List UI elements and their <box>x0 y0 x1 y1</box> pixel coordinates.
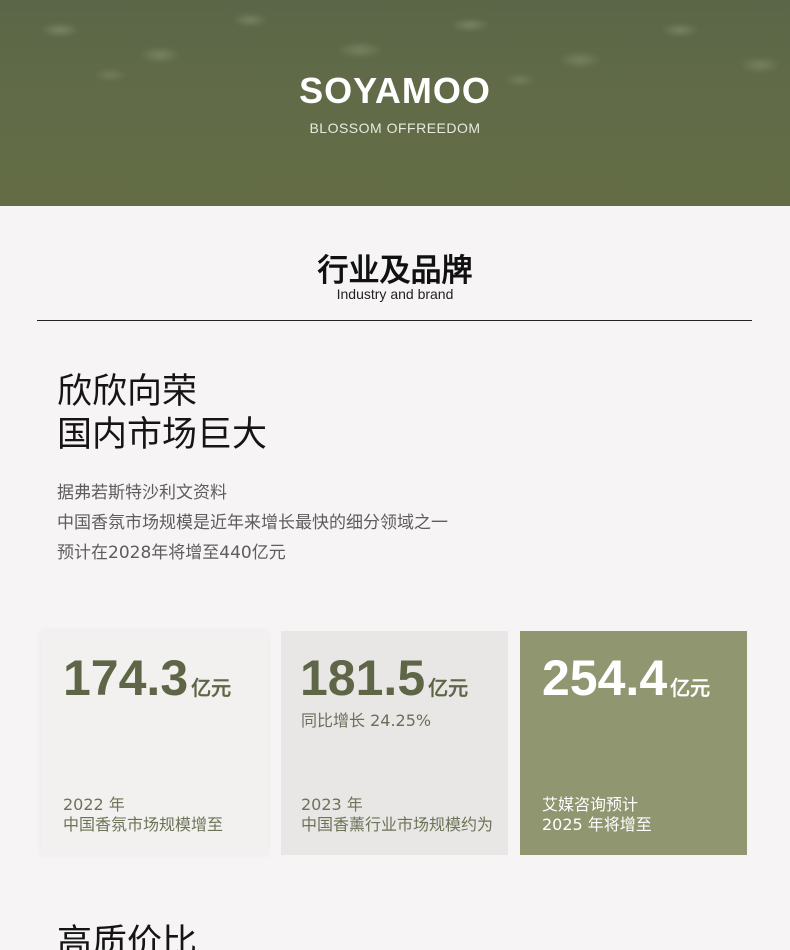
hero-banner: SOYAMOO BLOSSOM OFFREEDOM <box>0 0 790 206</box>
stat-caption-line2: 2025 年将增至 <box>542 815 652 834</box>
stat-unit: 亿元 <box>191 676 232 700</box>
headline-line2: 国内市场巨大 <box>57 415 268 455</box>
stat-caption-line1: 2022 年 <box>63 795 125 814</box>
stat-unit: 亿元 <box>670 676 711 700</box>
stat-number: 181.5 <box>300 650 426 706</box>
stat-value: 254.4 亿元 <box>542 653 710 703</box>
stat-caption-line1: 艾媒咨询预计 <box>542 795 639 814</box>
stat-unit: 亿元 <box>428 676 469 700</box>
headline-line1: 欣欣向荣 <box>57 372 198 412</box>
stat-card-2022: 174.3 亿元 2022 年 中国香氛市场规模增至 <box>41 631 268 855</box>
stat-caption-line2: 中国香氛市场规模增至 <box>63 815 224 834</box>
brand-logo: SOYAMOO <box>299 70 491 111</box>
stat-caption-line1: 2023 年 <box>301 795 363 814</box>
stat-value: 174.3 亿元 <box>63 653 231 703</box>
section-subtitle: Industry and brand <box>336 286 454 302</box>
section-title: 行业及品牌 <box>317 253 473 289</box>
stat-growth: 同比增长 24.25% <box>301 711 432 730</box>
paragraph-line3: 预计在2028年将增至440亿元 <box>57 543 286 563</box>
section-divider <box>37 320 752 321</box>
stat-number: 174.3 <box>63 650 189 706</box>
stat-number: 254.4 <box>542 650 668 706</box>
paragraph-line1: 据弗若斯特沙利文资料 <box>57 483 227 503</box>
brand-tagline: BLOSSOM OFFREEDOM <box>309 120 481 136</box>
stat-card-2023: 181.5 亿元 同比增长 24.25% 2023 年 中国香薰行业市场规模约为 <box>281 631 508 855</box>
next-section-title: 高质价比 <box>57 923 198 950</box>
stat-value: 181.5 亿元 <box>300 653 468 703</box>
stat-caption-line2: 中国香薰行业市场规模约为 <box>301 815 494 834</box>
stat-card-2025: 254.4 亿元 艾媒咨询预计 2025 年将增至 <box>520 631 747 855</box>
paragraph-line2: 中国香氛市场规模是近年来增长最快的细分领域之一 <box>57 513 448 533</box>
